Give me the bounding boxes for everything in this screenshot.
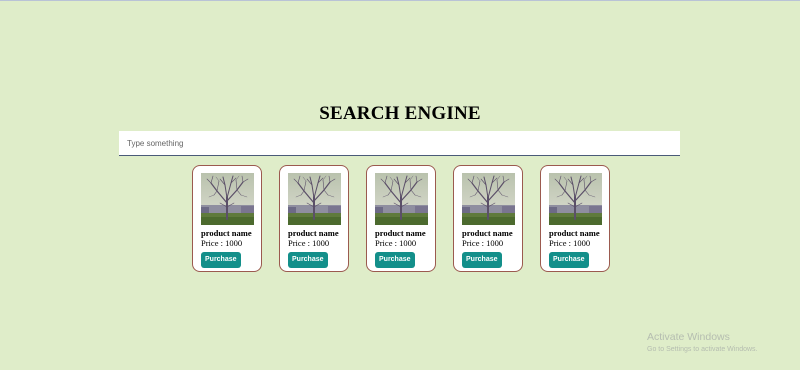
product-name: product name <box>201 228 252 238</box>
purchase-button[interactable]: Purchase <box>201 252 241 268</box>
product-name: product name <box>288 228 339 238</box>
watermark-subtitle: Go to Settings to activate Windows. <box>647 346 758 353</box>
product-card: product name Price : 1000 Purchase <box>366 165 436 272</box>
product-price: Price : 1000 <box>462 238 504 248</box>
purchase-button[interactable]: Purchase <box>549 252 589 268</box>
product-name: product name <box>375 228 426 238</box>
page: SEARCH ENGINE product name Price : 1000 … <box>0 0 800 370</box>
product-name: product name <box>549 228 600 238</box>
purchase-button[interactable]: Purchase <box>288 252 328 268</box>
product-image <box>288 173 341 225</box>
watermark-title: Activate Windows <box>647 331 730 343</box>
product-price: Price : 1000 <box>549 238 591 248</box>
page-title: SEARCH ENGINE <box>319 103 481 124</box>
product-list: product name Price : 1000 Purchase produ… <box>192 165 610 272</box>
product-image <box>375 173 428 225</box>
product-image <box>549 173 602 225</box>
activation-watermark: Activate Windows Go to Settings to activ… <box>647 331 758 355</box>
product-card: product name Price : 1000 Purchase <box>453 165 523 272</box>
product-image <box>462 173 515 225</box>
product-price: Price : 1000 <box>375 238 417 248</box>
product-price: Price : 1000 <box>201 238 243 248</box>
product-card: product name Price : 1000 Purchase <box>279 165 349 272</box>
search-input[interactable] <box>119 131 680 156</box>
purchase-button[interactable]: Purchase <box>375 252 415 268</box>
product-price: Price : 1000 <box>288 238 330 248</box>
product-card: product name Price : 1000 Purchase <box>192 165 262 272</box>
product-image <box>201 173 254 225</box>
product-card: product name Price : 1000 Purchase <box>540 165 610 272</box>
product-name: product name <box>462 228 513 238</box>
purchase-button[interactable]: Purchase <box>462 252 502 268</box>
